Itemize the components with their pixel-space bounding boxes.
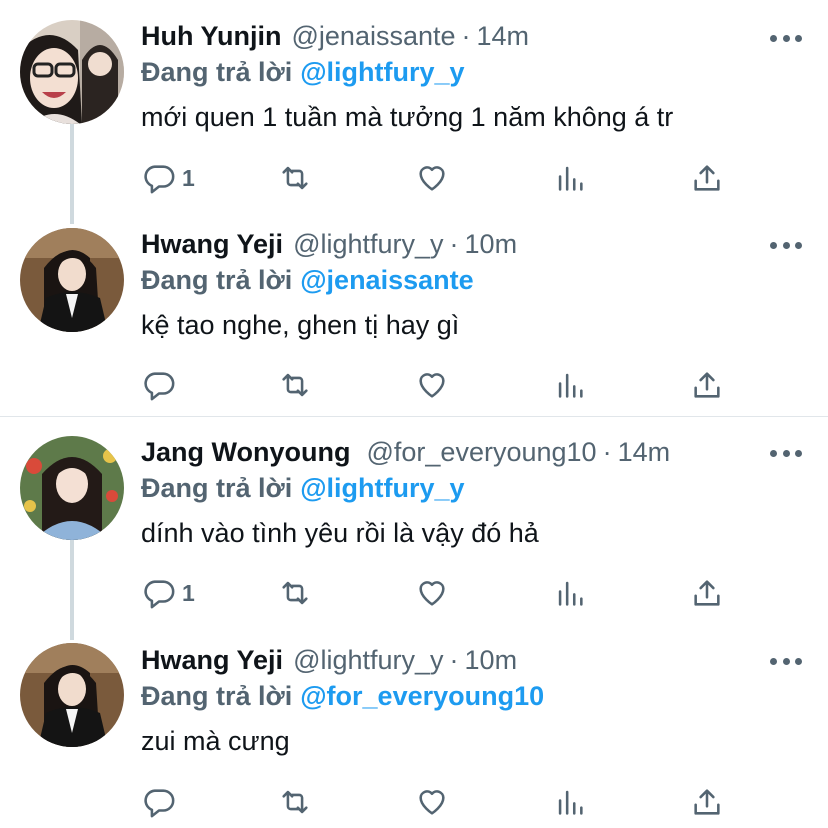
replying-to-label: Đang trả lời (141, 681, 293, 711)
replying-to: Đang trả lời @lightfury_y (141, 470, 465, 506)
reply-button[interactable]: 1 (142, 158, 195, 198)
reply-icon (144, 165, 175, 194)
like-icon (419, 166, 445, 191)
reply-button[interactable]: 1 (142, 573, 195, 613)
tweet-header: Hwang Yeji @lightfury_y · 10m (141, 226, 517, 262)
more-icon[interactable] (770, 655, 802, 667)
share-icon (694, 372, 720, 398)
separator: · (449, 229, 459, 259)
replying-to-label: Đang trả lời (141, 265, 293, 295)
replying-to-label: Đang trả lời (141, 57, 293, 87)
display-name[interactable]: Hwang Yeji (141, 226, 283, 262)
reply-button[interactable] (142, 782, 182, 822)
retweet-icon (282, 166, 308, 190)
analytics-button[interactable] (553, 365, 587, 405)
share-button[interactable] (690, 782, 724, 822)
avatar[interactable] (20, 228, 124, 332)
timestamp[interactable]: 10m (465, 642, 518, 678)
more-icon[interactable] (770, 32, 802, 44)
avatar[interactable] (20, 20, 124, 124)
like-icon (419, 581, 445, 606)
avatar[interactable] (20, 436, 124, 540)
avatar-image (20, 436, 124, 540)
reply-icon (144, 372, 175, 401)
share-icon (694, 165, 720, 191)
reply-button[interactable] (142, 365, 182, 405)
like-button[interactable] (415, 158, 449, 198)
tweet-header: Huh Yunjin @jenaissante · 14m (141, 18, 529, 54)
mention-link[interactable]: @lightfury_y (300, 57, 464, 87)
tweet-text: kệ tao nghe, ghen tị hay gì (141, 310, 460, 340)
separator: · (602, 437, 612, 467)
avatar-image (20, 20, 124, 124)
like-icon (419, 373, 445, 398)
retweet-icon (282, 373, 308, 397)
replying-to: Đang trả lời @for_everyoung10 (141, 678, 544, 714)
mention-link[interactable]: @jenaissante (300, 265, 473, 295)
share-button[interactable] (690, 365, 724, 405)
thread-line (70, 540, 74, 640)
retweet-button[interactable] (278, 158, 312, 198)
replying-to: Đang trả lời @lightfury_y (141, 54, 465, 90)
tweet-text: mới quen 1 tuần mà tưởng 1 năm không á t… (141, 102, 674, 132)
avatar-image (20, 228, 124, 332)
user-handle[interactable]: @for_everyoung10 (367, 434, 597, 470)
timestamp[interactable]: 14m (477, 18, 530, 54)
analytics-button[interactable] (553, 782, 587, 822)
display-name[interactable]: Hwang Yeji (141, 642, 283, 678)
replying-to-label: Đang trả lời (141, 473, 293, 503)
retweet-button[interactable] (278, 365, 312, 405)
retweet-button[interactable] (278, 573, 312, 613)
thread-divider (0, 416, 828, 417)
avatar-image (20, 643, 124, 747)
share-icon (694, 789, 720, 815)
more-icon[interactable] (770, 447, 802, 459)
reply-count: 1 (182, 579, 195, 606)
display-name[interactable]: Huh Yunjin (141, 18, 282, 54)
analytics-icon (558, 581, 583, 606)
share-button[interactable] (690, 158, 724, 198)
mention-link[interactable]: @lightfury_y (300, 473, 464, 503)
retweet-button[interactable] (278, 782, 312, 822)
timestamp[interactable]: 10m (465, 226, 518, 262)
reply-icon (144, 789, 175, 818)
retweet-icon (282, 790, 308, 814)
share-icon (694, 580, 720, 606)
thread-line (70, 124, 74, 224)
more-icon[interactable] (770, 239, 802, 251)
analytics-icon (558, 373, 583, 398)
separator: · (461, 21, 471, 51)
retweet-icon (282, 581, 308, 605)
tweet-text: zui mà cưng (141, 726, 290, 756)
display-name[interactable]: Jang Wonyoung (141, 434, 351, 470)
like-icon (419, 790, 445, 815)
share-button[interactable] (690, 573, 724, 613)
tweet-header: Jang Wonyoung @for_everyoung10 · 14m (141, 434, 670, 470)
user-handle[interactable]: @lightfury_y (293, 226, 443, 262)
user-handle[interactable]: @lightfury_y (293, 642, 443, 678)
reply-count: 1 (182, 164, 195, 191)
separator: · (449, 645, 459, 675)
analytics-button[interactable] (553, 573, 587, 613)
reply-icon (144, 580, 175, 609)
user-handle[interactable]: @jenaissante (292, 18, 456, 54)
tweet-header: Hwang Yeji @lightfury_y · 10m (141, 642, 517, 678)
replying-to: Đang trả lời @jenaissante (141, 262, 474, 298)
avatar[interactable] (20, 643, 124, 747)
tweet-text: dính vào tình yêu rồi là vậy đó hả (141, 518, 539, 548)
like-button[interactable] (415, 782, 449, 822)
analytics-icon (558, 790, 583, 815)
analytics-button[interactable] (553, 158, 587, 198)
timestamp[interactable]: 14m (618, 434, 671, 470)
analytics-icon (558, 166, 583, 191)
mention-link[interactable]: @for_everyoung10 (300, 681, 544, 711)
like-button[interactable] (415, 365, 449, 405)
like-button[interactable] (415, 573, 449, 613)
